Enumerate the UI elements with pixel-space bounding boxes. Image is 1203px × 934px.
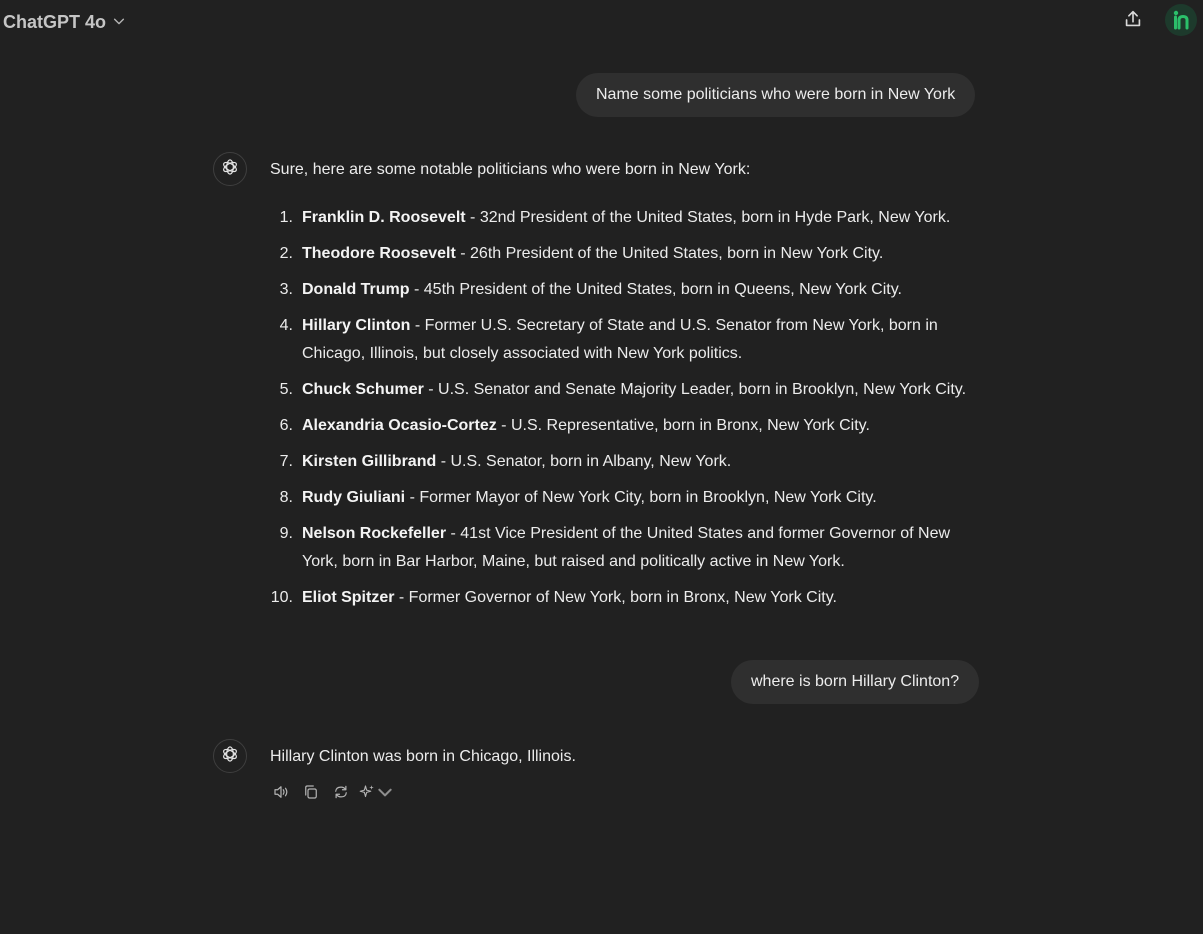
list-item-desc: - 32nd President of the United States, b…: [465, 209, 951, 226]
list-item-desc: - Former Mayor of New York City, born in…: [405, 489, 877, 506]
list-item: 2. Theodore Roosevelt - 26th President of…: [279, 245, 884, 262]
chevron-down-icon: [376, 783, 394, 806]
list-item-name: Hillary Clinton: [302, 317, 411, 334]
openai-logo-icon: [220, 744, 240, 769]
list-item: 6. Alexandria Ocasio-Cortez - U.S. Repres…: [279, 417, 870, 434]
user-avatar[interactable]: [1165, 4, 1197, 36]
list-item: 7. Kirsten Gillibrand - U.S. Senator, bor…: [279, 453, 732, 470]
list-item-name: Kirsten Gillibrand: [302, 453, 437, 470]
user-message-text: where is born Hillary Clinton?: [751, 673, 960, 690]
copy-button[interactable]: [300, 782, 322, 806]
share-icon: [1122, 8, 1144, 35]
sparkle-icon: [358, 783, 376, 806]
assistant-answer-text: Hillary Clinton was born in Chicago, Ill…: [270, 748, 576, 765]
user-message-text: Name some politicians who were born in N…: [596, 86, 956, 103]
user-message-bubble: Name some politicians who were born in N…: [576, 73, 976, 117]
list-item: 5. Chuck Schumer - U.S. Senator and Senat…: [279, 381, 967, 398]
politician-list: 1. Franklin D. Roosevelt - 32nd President…: [270, 204, 970, 620]
list-item: 8. Rudy Giuliani - Former Mayor of New Yo…: [279, 489, 877, 506]
assistant-intro-text: Sure, here are some notable politicians …: [270, 161, 751, 178]
list-item-name: Chuck Schumer: [302, 381, 424, 398]
model-selector[interactable]: ChatGPT 4o: [3, 10, 126, 34]
list-item-desc: - Former Governor of New York, born in B…: [394, 589, 837, 606]
message-actions: [270, 782, 392, 806]
list-item-desc: - 45th President of the United States, b…: [409, 281, 902, 298]
list-item-desc: - 26th President of the United States, b…: [455, 245, 884, 262]
assistant-avatar: [213, 152, 247, 186]
chevron-down-icon: [112, 12, 126, 33]
list-item-desc: - U.S. Senator and Senate Majority Leade…: [423, 381, 967, 398]
change-model-button[interactable]: [358, 782, 394, 806]
openai-logo-icon: [220, 157, 240, 182]
read-aloud-button[interactable]: [270, 782, 292, 806]
model-name: ChatGPT 4o: [3, 11, 107, 32]
list-item-name: Franklin D. Roosevelt: [302, 209, 466, 226]
list-item-name: Donald Trump: [302, 281, 410, 298]
list-item-name: Alexandria Ocasio-Cortez: [302, 417, 497, 434]
list-item-name: Eliot Spitzer: [302, 589, 395, 606]
read-aloud-icon: [272, 783, 290, 806]
list-item: 10. Eliot Spitzer - Former Governor of Ne…: [270, 589, 837, 606]
share-button[interactable]: [1120, 8, 1146, 34]
list-item: 9. Nelson Rockefeller - 41st Vice Preside…: [279, 525, 951, 570]
list-item: 3. Donald Trump - 45th President of the U…: [279, 281, 902, 298]
list-item-name: Rudy Giuliani: [302, 489, 406, 506]
list-item-name: Theodore Roosevelt: [302, 245, 456, 262]
copy-icon: [302, 783, 320, 806]
assistant-avatar: [213, 739, 247, 773]
regenerate-icon: [332, 783, 350, 806]
list-item-name: Nelson Rockefeller: [302, 525, 447, 542]
list-item: 1. Franklin D. Roosevelt - 32nd President…: [279, 209, 951, 226]
list-item: 4. Hillary Clinton - Former U.S. Secretar…: [279, 317, 938, 362]
list-item-desc: - U.S. Representative, born in Bronx, Ne…: [496, 417, 870, 434]
list-item-desc: - U.S. Senator, born in Albany, New York…: [436, 453, 732, 470]
regenerate-button[interactable]: [330, 782, 352, 806]
top-bar: ChatGPT 4o: [0, 0, 1203, 44]
user-message-bubble: where is born Hillary Clinton?: [731, 660, 980, 704]
